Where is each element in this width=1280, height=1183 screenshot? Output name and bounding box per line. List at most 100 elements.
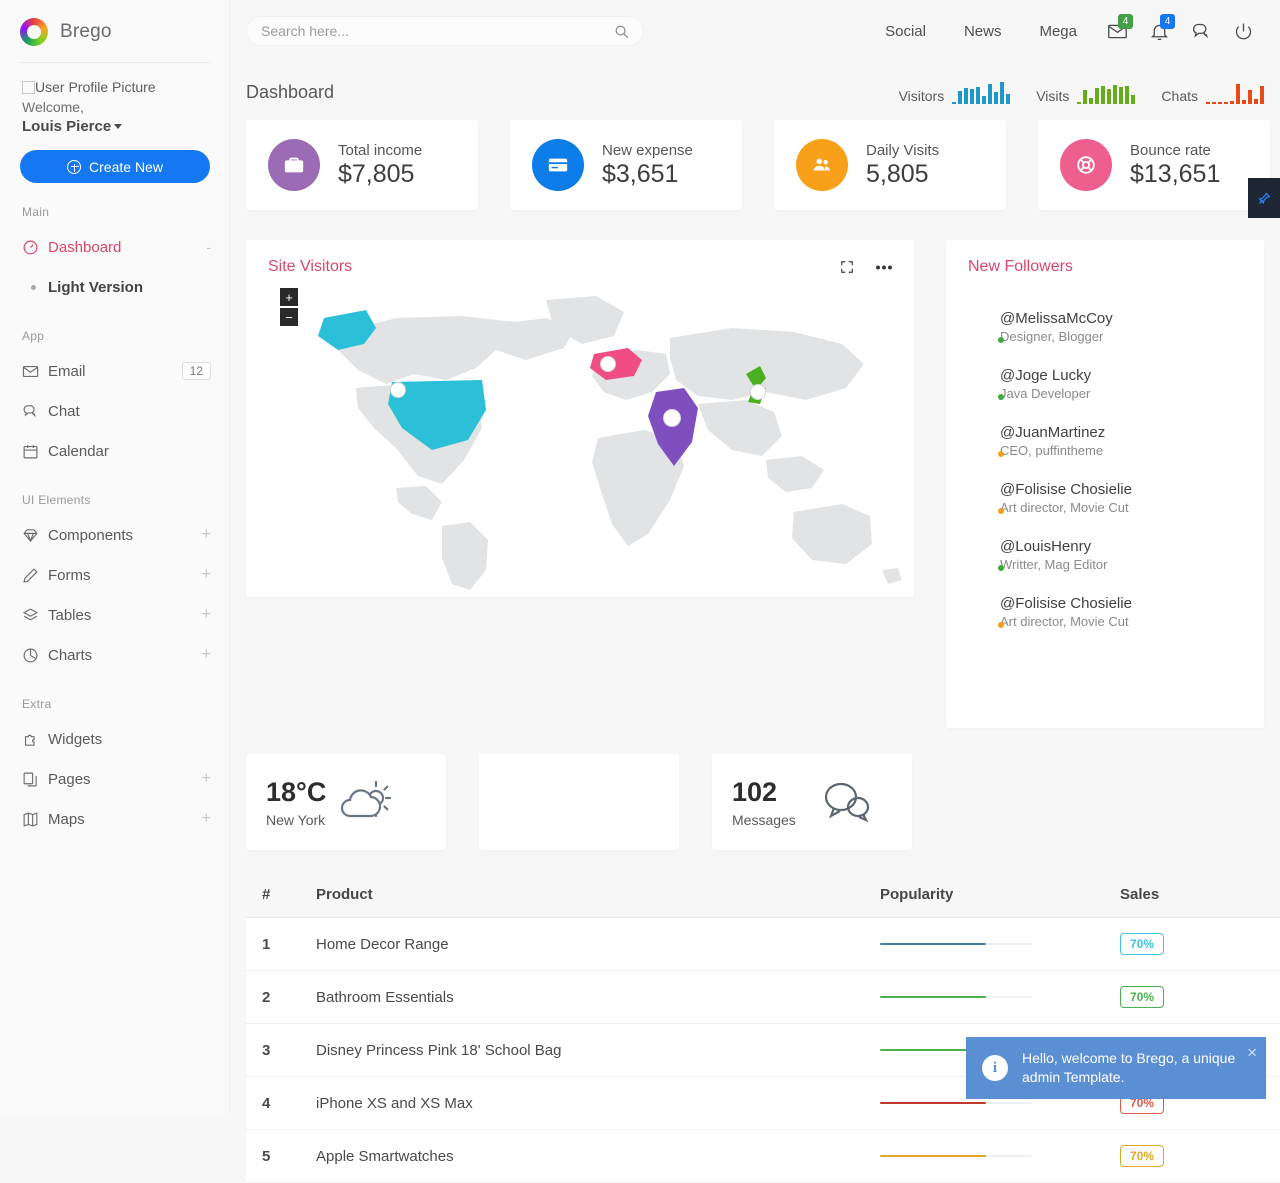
nav-link-mega[interactable]: Mega [1020,23,1096,40]
expand-icon[interactable] [840,260,854,274]
follower-item[interactable]: @Joge Lucky Java Developer [946,367,1264,401]
sidebar-item-calendar[interactable]: Calendar [0,431,229,471]
products-table: # Product Popularity Sales 1 Home Decor R… [246,886,1280,1183]
map-marker-india[interactable] [663,409,681,427]
follower-role: Writter, Mag Editor [1000,557,1108,572]
map-zoom-in-button[interactable]: + [280,288,298,306]
sidebar-item-maps[interactable]: Maps + [0,799,229,839]
nav-link-news[interactable]: News [945,23,1021,40]
expand-plus-icon[interactable]: + [202,567,211,583]
sparkline-bar [976,87,981,104]
row-sales: 70% [1120,933,1280,955]
map-zoom-controls[interactable]: + − [280,288,298,326]
create-new-button[interactable]: Create New [20,150,210,183]
sidebar-item-chat[interactable]: Chat [0,391,229,431]
expand-plus-icon[interactable]: + [202,527,211,543]
sidebar-section-title: UI Elements [22,493,91,507]
follower-role: CEO, puffintheme [1000,443,1104,458]
sidebar-item-label: Tables [48,606,92,624]
sparkline-bar [1125,86,1130,104]
sparkline-bar [970,89,975,104]
brego-ring-logo-icon [20,18,48,46]
panel-tools [840,260,892,274]
sidebar-item-pages[interactable]: Pages + [0,759,229,799]
sidebar-item-components[interactable]: Components + [0,515,229,555]
avatar-alt-text: User Profile Picture [35,79,156,95]
sun-cloud-icon [341,780,392,818]
sparkline-bar [1101,86,1106,104]
popularity-fill [880,996,987,998]
stat-card-bounce-rate: Bounce rate $13,651 [1038,120,1270,210]
follower-name: @MelissaMcCoy [1000,310,1113,327]
world-map[interactable] [246,288,914,597]
popularity-fill [880,943,987,945]
table-row[interactable]: 1 Home Decor Range 70% [246,918,1280,971]
sparkline-bar [1131,95,1136,104]
follower-role: Designer, Blogger [1000,329,1104,344]
info-icon: i [982,1055,1008,1081]
table-header-row: # Product Popularity Sales [246,886,1280,918]
avatar [22,81,35,94]
popularity-track [880,1102,1032,1104]
sidebar-item-forms[interactable]: Forms + [0,555,229,595]
map-marker-japan[interactable] [750,384,766,400]
sidebar-item-email[interactable]: Email 12 [0,351,229,391]
stat-label: Total income [338,141,423,159]
status-badge [998,565,1004,571]
map-zoom-out-button[interactable]: − [280,308,298,326]
popularity-fill [880,1155,987,1157]
expand-plus-icon[interactable]: + [202,647,211,663]
sparkline-bar [1230,101,1234,104]
follower-item[interactable]: @MelissaMcCoy Designer, Blogger [946,310,1264,344]
credit-card-icon [532,139,584,191]
follower-item[interactable]: @Folisise Chosielie Art director, Movie C… [946,481,1264,515]
sidebar-item-label: Email [48,362,86,380]
chat-button[interactable] [1180,10,1222,52]
row-number: 2 [262,988,271,1006]
world-map-svg[interactable] [246,288,914,597]
notifications-button[interactable]: 4 [1138,10,1180,52]
close-icon[interactable]: × [1247,1043,1257,1063]
follower-item[interactable]: @Folisise Chosielie Art director, Movie C… [946,595,1264,629]
row-product-name: Disney Princess Pink 18' School Bag [316,1041,562,1059]
table-row[interactable]: 5 Apple Smartwatches 70% [246,1130,1280,1183]
sidebar-item-light-version[interactable]: Light Version [0,267,229,307]
expand-plus-icon[interactable]: + [202,811,211,827]
sparkline-bars [1077,80,1136,104]
status-badge [998,622,1004,628]
plus-circle-icon [67,159,82,174]
expand-plus-icon[interactable]: + [202,607,211,623]
follower-item[interactable]: @LouisHenry Writter, Mag Editor [946,538,1264,572]
search-icon[interactable] [614,24,629,39]
nav-link-social[interactable]: Social [866,23,945,40]
row-sales: 70% [1120,986,1280,1008]
sparkline-bar [1206,102,1210,104]
expand-plus-icon[interactable]: + [202,771,211,787]
sparkline-bar [1254,99,1258,104]
brand[interactable]: Brego [18,0,211,63]
sidebar-item-charts[interactable]: Charts + [0,635,229,675]
calendar-icon [22,443,48,460]
pin-toggle-button[interactable] [1248,178,1280,218]
site-visitors-header: Site Visitors [246,240,914,276]
username-dropdown[interactable]: Louis Pierce [22,118,209,135]
search-input[interactable] [261,23,614,39]
sparkline-bar [1260,86,1264,104]
map-marker-ukraine[interactable] [600,356,616,372]
sparkline-bar [958,91,963,104]
sidebar-item-widgets[interactable]: Widgets [0,719,229,759]
weather-city: New York [266,811,326,828]
follower-role: Art director, Movie Cut [1000,614,1129,629]
ellipsis-icon[interactable] [876,265,892,270]
power-button[interactable] [1222,10,1264,52]
sidebar-item-tables[interactable]: Tables + [0,595,229,635]
search-box[interactable] [246,16,644,46]
lifebuoy-icon [1060,139,1112,191]
follower-item[interactable]: @JuanMartinez CEO, puffintheme [946,424,1264,458]
sidebar-item-dashboard[interactable]: Dashboard - [0,227,229,267]
collapse-dash-icon[interactable]: - [206,239,211,255]
map-marker-us[interactable] [390,382,406,398]
table-row[interactable]: 2 Bathroom Essentials 70% [246,971,1280,1024]
create-new-label: Create New [89,158,163,175]
mail-button[interactable]: 4 [1096,10,1138,52]
